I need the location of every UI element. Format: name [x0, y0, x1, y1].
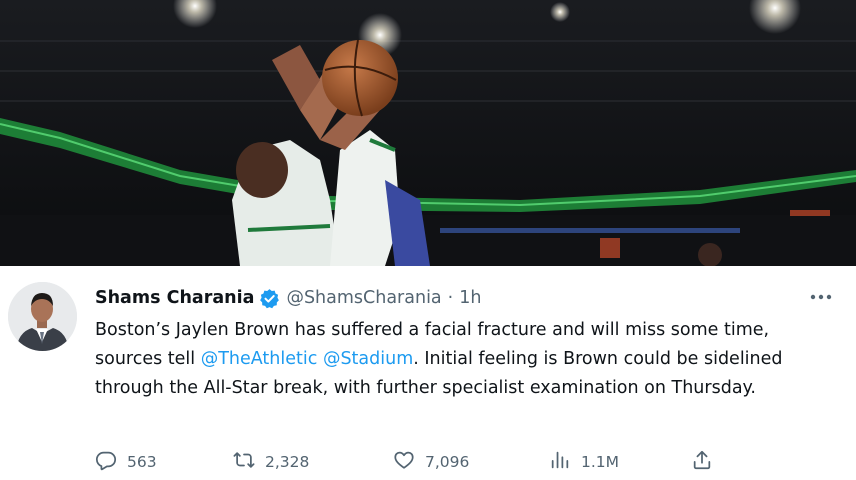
mention-stadium[interactable]: @Stadium: [323, 349, 413, 369]
tweet-media-image[interactable]: [0, 0, 856, 266]
more-options-icon[interactable]: [808, 286, 834, 308]
tweet: Shams Charania @ShamsCharania · 1h Bosto…: [0, 266, 856, 480]
tweet-timestamp[interactable]: 1h: [459, 288, 481, 308]
display-name[interactable]: Shams Charania: [95, 288, 254, 308]
reply-count: 563: [127, 453, 157, 471]
like-button[interactable]: 7,096: [393, 450, 469, 474]
share-button[interactable]: [691, 450, 713, 474]
verified-badge-icon: [259, 288, 280, 309]
views-button[interactable]: 1.1M: [549, 450, 619, 474]
reply-icon: [95, 449, 117, 475]
retweet-icon: [233, 449, 255, 475]
reply-button[interactable]: 563: [95, 450, 157, 474]
user-avatar-image: [8, 282, 77, 351]
retweet-button[interactable]: 2,328: [233, 450, 309, 474]
avatar[interactable]: [8, 282, 77, 351]
mention-theathletic[interactable]: @TheAthletic: [201, 349, 318, 369]
views-chart-icon: [549, 449, 571, 475]
basketball-photo: [0, 0, 856, 266]
share-icon: [691, 449, 713, 475]
user-handle[interactable]: @ShamsCharania: [286, 288, 441, 308]
separator-dot: ·: [447, 288, 454, 308]
retweet-count: 2,328: [265, 453, 310, 471]
heart-icon: [393, 449, 415, 475]
tweet-actions: 563 2,328 7,096 1.1M: [95, 450, 835, 474]
tweet-header: Shams Charania @ShamsCharania · 1h: [95, 286, 481, 310]
tweet-text: Boston’s Jaylen Brown has suffered a fac…: [95, 316, 825, 403]
views-count: 1.1M: [581, 453, 620, 471]
like-count: 7,096: [425, 453, 470, 471]
